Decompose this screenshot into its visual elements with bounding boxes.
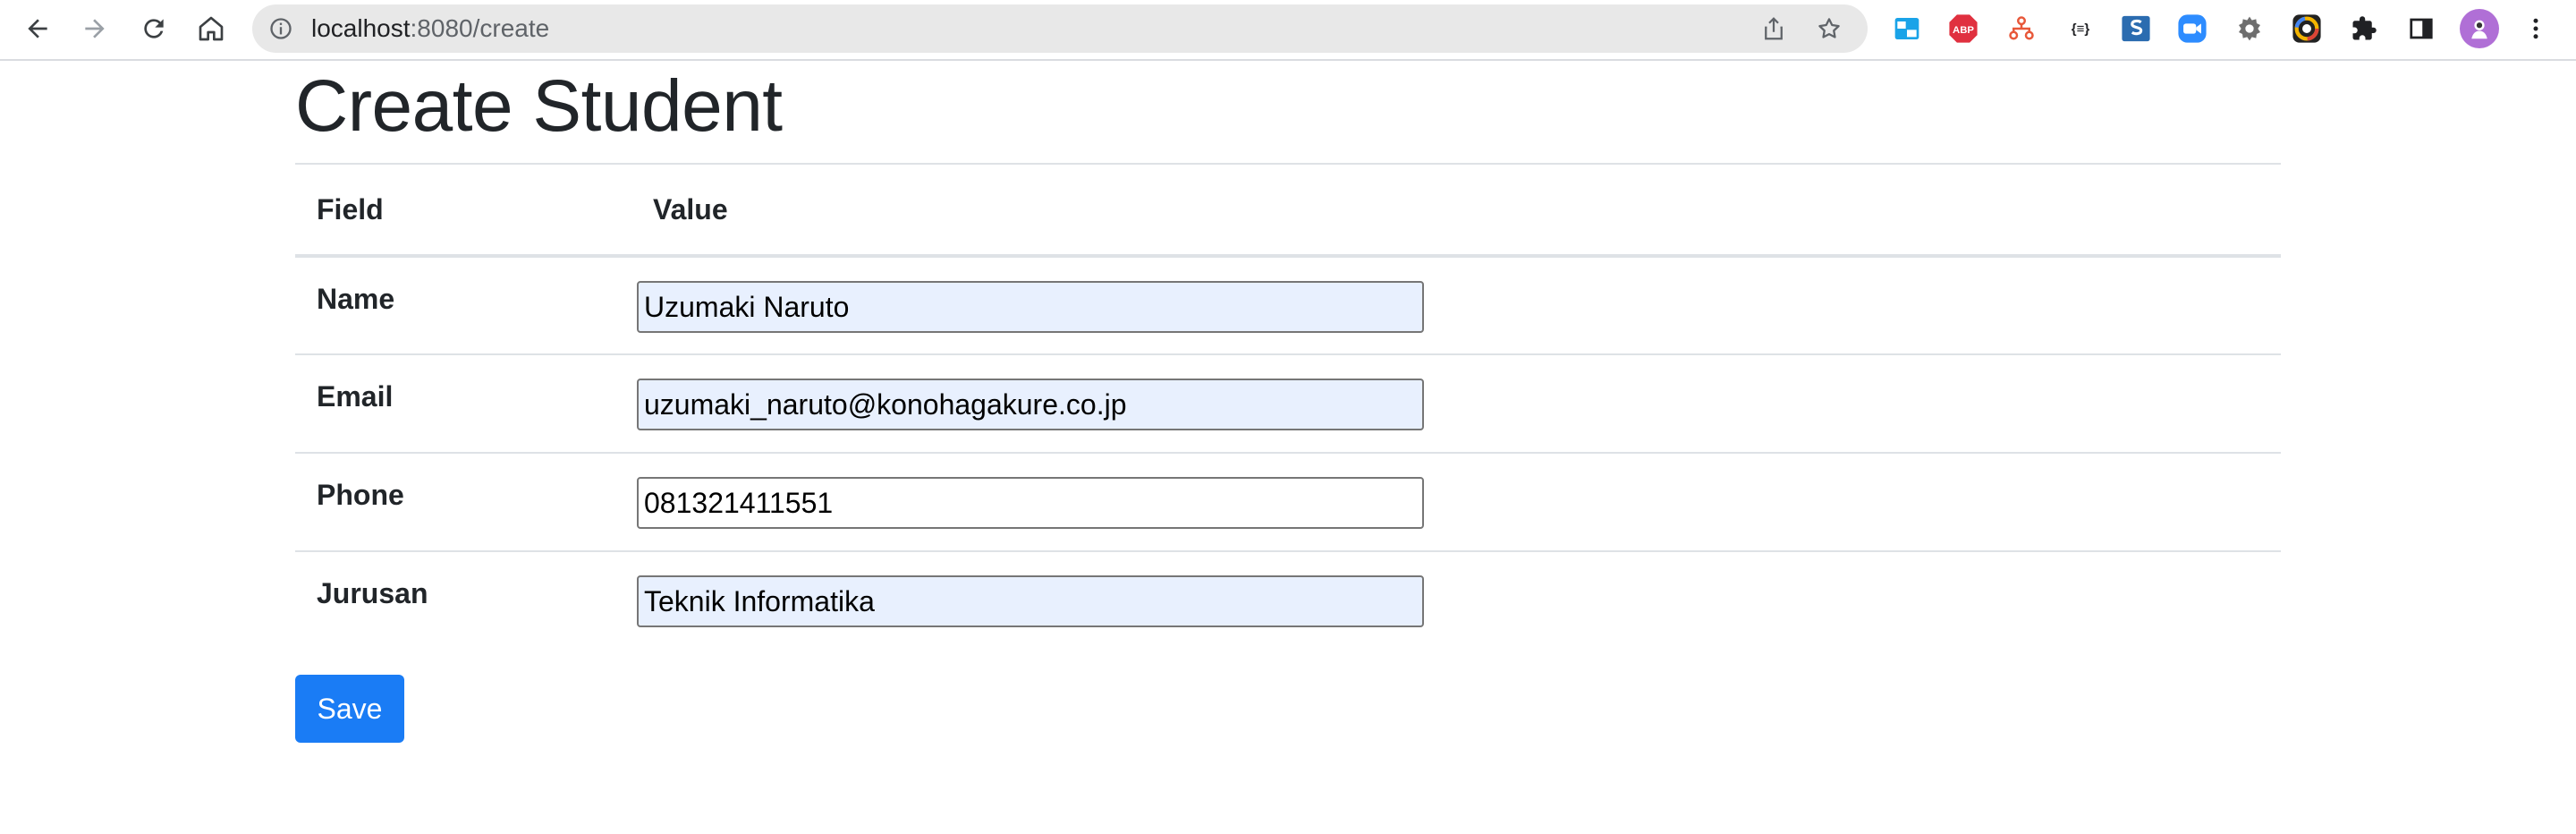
forward-button[interactable] (75, 9, 114, 48)
info-icon[interactable] (268, 16, 293, 41)
header-value: Value (631, 163, 2281, 258)
profile-person-icon (2471, 20, 2487, 39)
table-row: Name (295, 256, 2281, 354)
bookmark-star-icon[interactable] (1816, 15, 1843, 42)
phone-input[interactable] (637, 477, 1424, 529)
address-bar[interactable]: localhost:8080/create (252, 4, 1868, 53)
stylish-extension-icon[interactable] (2121, 13, 2151, 44)
abp-text: ABP (1953, 25, 1974, 36)
browser-toolbar: localhost:8080/create ABP {≡} (0, 0, 2576, 61)
header-field: Field (295, 163, 631, 258)
zoom-extension-icon[interactable] (2177, 13, 2207, 44)
table-row: Phone (295, 452, 2281, 551)
page-title: Create Student (295, 65, 783, 147)
json-viewer-icon[interactable]: {≡} (2063, 13, 2098, 44)
email-input[interactable] (637, 379, 1424, 430)
browser-menu-icon[interactable] (2522, 13, 2549, 44)
table-row: Email (295, 353, 2281, 453)
back-arrow-icon (28, 19, 47, 38)
email-label: Email (295, 353, 631, 453)
reload-icon (144, 19, 164, 38)
reload-button[interactable] (134, 9, 174, 48)
home-button[interactable] (191, 9, 231, 48)
home-icon (199, 16, 224, 41)
name-label: Name (317, 283, 395, 315)
color-picker-extension-icon[interactable] (2292, 13, 2322, 44)
windows-extension-icon[interactable] (1892, 13, 1922, 44)
url-text[interactable]: localhost:8080/create (311, 4, 549, 53)
jurusan-label: Jurusan (295, 550, 631, 650)
table-row: Jurusan (295, 550, 2281, 650)
name-cell (631, 256, 2281, 354)
adblock-plus-icon[interactable]: ABP (1948, 13, 1979, 44)
settings-gear-extension-icon[interactable] (2234, 13, 2265, 44)
table-header-row: Field Value (295, 163, 2281, 258)
url-path: :8080/create (410, 14, 550, 42)
profile-avatar[interactable] (2460, 9, 2499, 48)
save-button[interactable]: Save (295, 675, 404, 743)
extensions-puzzle-icon[interactable] (2349, 13, 2379, 44)
phone-label: Phone (295, 452, 631, 551)
phone-cell (631, 452, 2281, 551)
network-extension-icon[interactable] (2006, 13, 2037, 44)
forward-arrow-icon (85, 19, 105, 38)
share-icon[interactable] (1760, 15, 1787, 42)
jurusan-input[interactable] (637, 575, 1424, 627)
url-host: localhost (311, 14, 411, 42)
jurusan-cell (631, 550, 2281, 650)
side-panel-icon[interactable] (2406, 13, 2436, 44)
name-input[interactable] (637, 281, 1424, 333)
email-cell (631, 353, 2281, 453)
page-content: Create Student Field Value Name Email Ph… (295, 63, 2281, 743)
back-button[interactable] (18, 9, 57, 48)
student-form-table: Field Value Name Email Phone Jurusan (295, 163, 2281, 650)
